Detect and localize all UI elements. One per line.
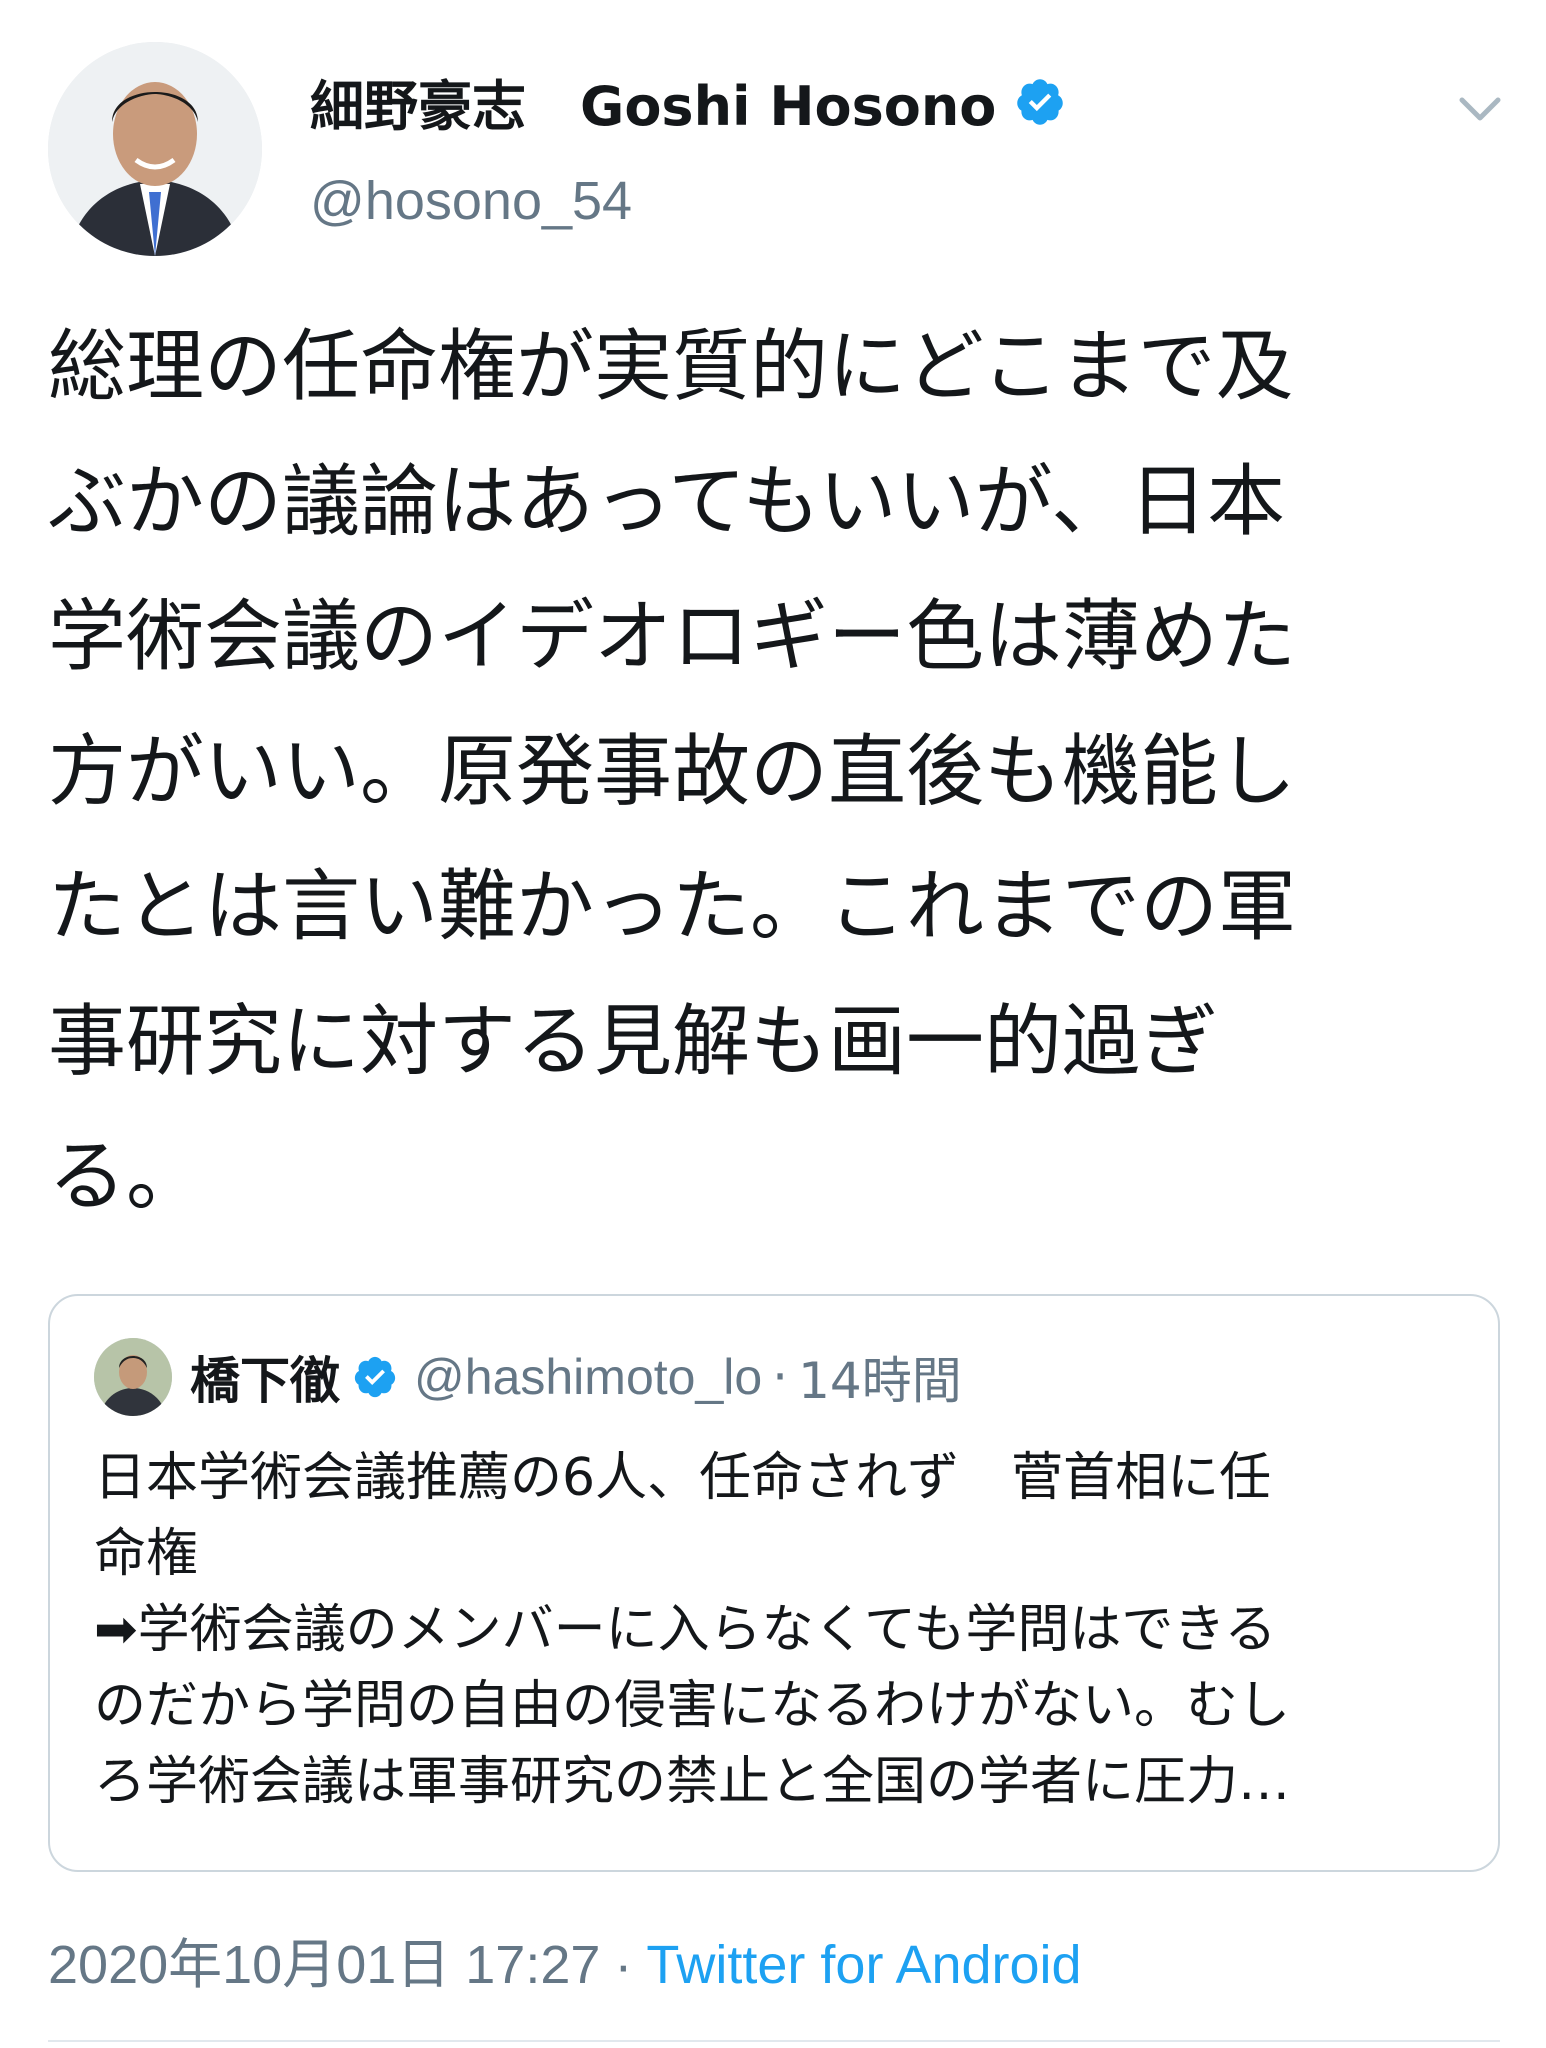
tweet-text-line: たとは言い難かった。これまでの軍	[48, 862, 1297, 952]
chevron-down-icon[interactable]	[1450, 78, 1510, 138]
tweet-text-line: 学術会議のイデオロギー色は薄めた	[48, 592, 1297, 682]
author-display-name[interactable]: 細野豪志 Goshi Hosono	[310, 62, 996, 141]
meta-separator: ·	[614, 1935, 633, 1995]
tweet-text-line: ぶかの議論はあってもいいが、日本	[48, 457, 1286, 547]
verified-badge-icon	[1017, 78, 1064, 125]
quoted-tweet-header: 橋下徹 @hashimoto_lo · 14時間	[94, 1338, 962, 1416]
divider	[48, 2040, 1500, 2042]
tweet-text: 総理の任命権が実質的にどこまで及 ぶかの議論はあってもいいが、日本 学術会議のイ…	[48, 300, 1498, 1245]
quoted-text-line: 日本学術会議推薦の6人、任命されず 菅首相に任	[94, 1448, 1272, 1508]
quoted-tweet-text: 日本学術会議推薦の6人、任命されず 菅首相に任 命権 ➡学術会議のメンバーに入ら…	[94, 1440, 1474, 1820]
verified-badge-icon	[354, 1356, 396, 1398]
quoted-text-line: ➡学術会議のメンバーに入らなくても学問はできる	[94, 1600, 1277, 1660]
tweet-text-line: る。	[48, 1132, 205, 1222]
quoted-timestamp: 14時間	[798, 1352, 962, 1410]
quoted-text-line: ろ学術会議は軍事研究の禁止と全国の学者に圧力…	[94, 1752, 1291, 1812]
quoted-separator: ·	[772, 1348, 789, 1406]
author-name-row: 細野豪志 Goshi Hosono	[310, 62, 1066, 141]
quoted-author-handle: @hashimoto_lo	[414, 1349, 763, 1405]
author-handle[interactable]: @hosono_54	[310, 170, 632, 232]
quoted-text-line: のだから学問の自由の侵害になるわけがない。むし	[94, 1676, 1291, 1736]
author-avatar[interactable]	[48, 42, 262, 256]
quoted-text-line: 命権	[94, 1524, 199, 1584]
quoted-author-avatar	[94, 1338, 172, 1416]
tweet-text-line: 方がいい。原発事故の直後も機能し	[48, 727, 1297, 817]
tweet-meta: 2020年10月01日 17:27 · Twitter for Android	[48, 1920, 1082, 1999]
tweet-text-line: 総理の任命権が実質的にどこまで及	[48, 322, 1294, 412]
avatar-photo	[48, 42, 262, 256]
quoted-avatar-photo	[94, 1338, 172, 1416]
quoted-author-name: 橋下徹	[190, 1352, 340, 1410]
tweet-text-line: 事研究に対する見解も画一的過ぎ	[48, 997, 1219, 1087]
tweet-timestamp[interactable]: 2020年10月01日 17:27	[48, 1935, 600, 1995]
tweet-source-link[interactable]: Twitter for Android	[646, 1935, 1081, 1995]
tweet-header: 細野豪志 Goshi Hosono @hosono_54	[48, 42, 1508, 262]
quoted-tweet-card[interactable]: 橋下徹 @hashimoto_lo · 14時間 日本学術会議推薦の6人、任命さ…	[48, 1294, 1500, 1872]
tweet-detail: 細野豪志 Goshi Hosono @hosono_54 総理の任命権が実質的に…	[0, 0, 1546, 2048]
